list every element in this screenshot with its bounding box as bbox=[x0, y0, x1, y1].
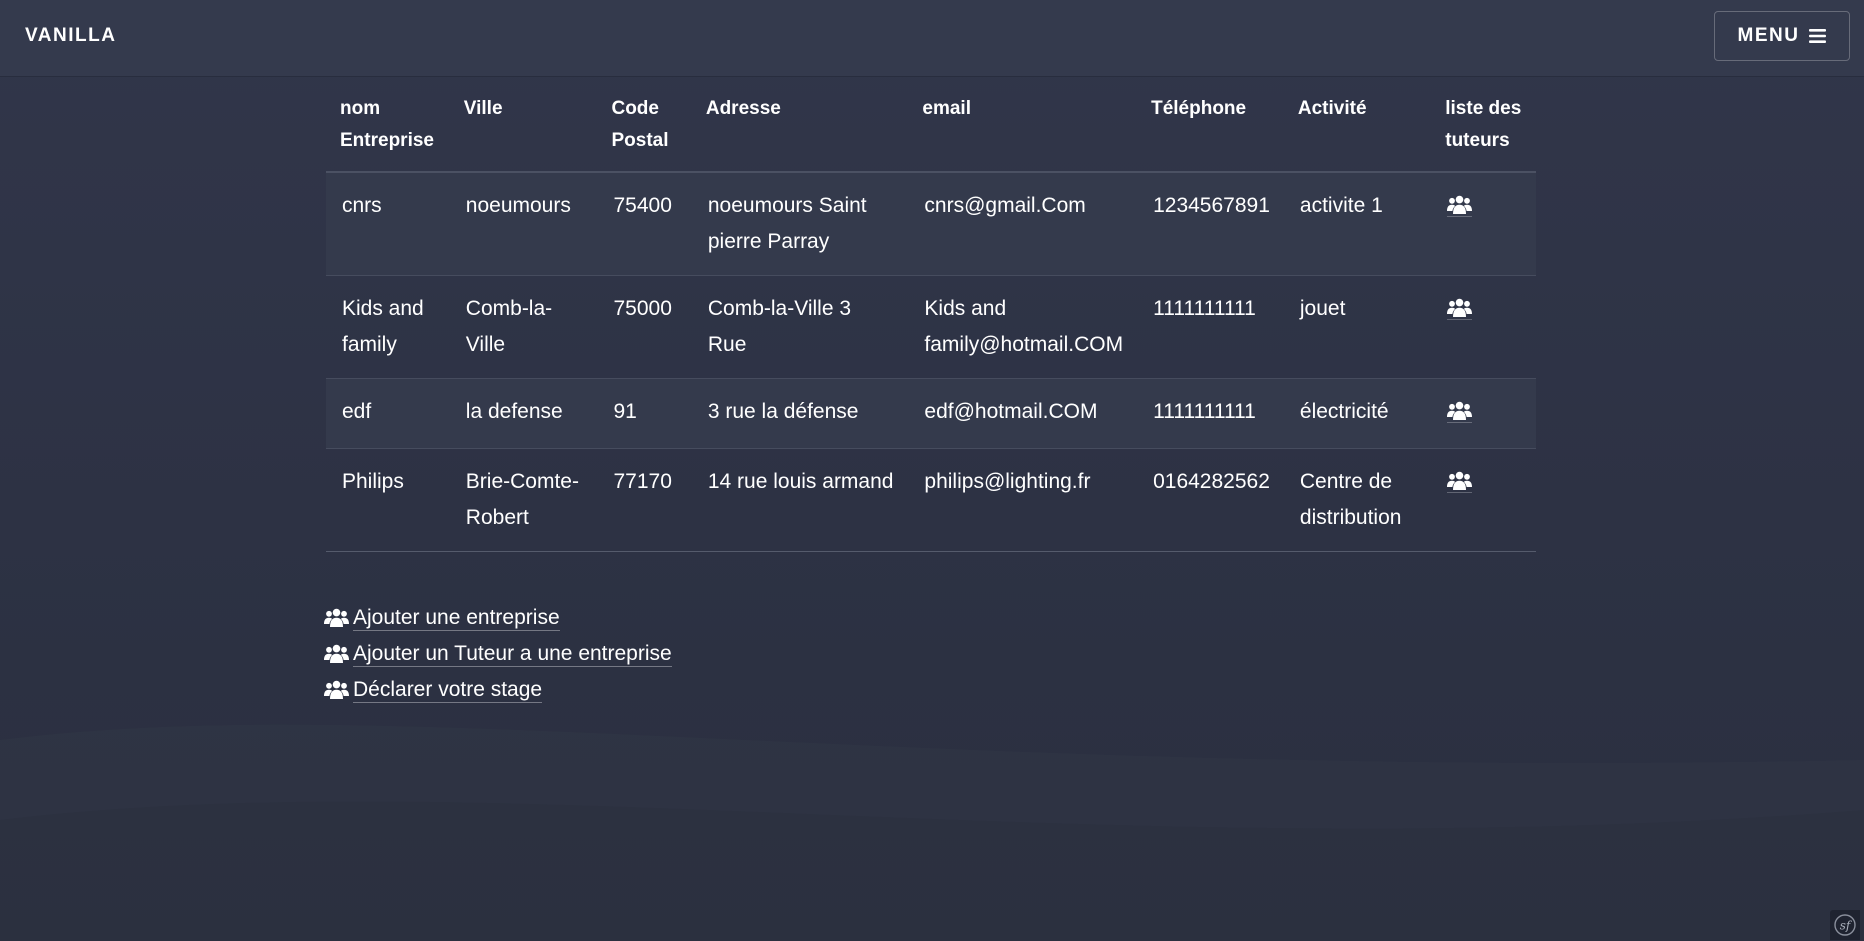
cell-email: philips@lighting.fr bbox=[908, 448, 1138, 552]
cell-email: Kids and family@hotmail.COM bbox=[908, 275, 1138, 379]
users-icon bbox=[324, 644, 349, 664]
table-header-row: nom Entreprise Ville Code Postal Adresse… bbox=[326, 82, 1536, 173]
cell-adresse: noeumours Saint pierre Parray bbox=[691, 172, 909, 276]
header-email: email bbox=[908, 82, 1138, 173]
symfony-icon[interactable]: sf bbox=[1830, 910, 1860, 940]
cell-adresse: Comb-la-Ville 3 Rue bbox=[691, 275, 909, 379]
entreprises-table: nom Entreprise Ville Code Postal Adresse… bbox=[326, 82, 1536, 552]
table-row: Philips Brie-Comte-Robert 77170 14 rue l… bbox=[326, 448, 1536, 552]
cell-telephone: 1111111111 bbox=[1137, 378, 1284, 449]
cell-code-postal: 77170 bbox=[597, 448, 692, 552]
users-icon[interactable] bbox=[1447, 471, 1473, 493]
users-icon[interactable] bbox=[1447, 195, 1473, 217]
cell-code-postal: 91 bbox=[597, 378, 692, 449]
cell-telephone: 1234567891 bbox=[1137, 172, 1284, 276]
declare-internship-label: Déclarer votre stage bbox=[353, 677, 543, 703]
cell-activite: Centre de distribution bbox=[1283, 448, 1432, 552]
cell-ville: Comb-la-Ville bbox=[449, 275, 598, 379]
cell-ville: Brie-Comte-Robert bbox=[449, 448, 598, 552]
cell-nom: edf bbox=[326, 378, 450, 449]
actions-list: Ajouter une entreprise Ajouter un Tuteur… bbox=[324, 600, 672, 708]
table-row: cnrs noeumours 75400 noeumours Saint pie… bbox=[326, 172, 1536, 276]
background-wave bbox=[0, 801, 1864, 941]
cell-code-postal: 75400 bbox=[597, 172, 692, 276]
hamburger-icon bbox=[1809, 29, 1827, 43]
cell-activite: activite 1 bbox=[1283, 172, 1432, 276]
cell-adresse: 3 rue la défense bbox=[691, 378, 909, 449]
cell-email: edf@hotmail.COM bbox=[908, 378, 1138, 449]
add-company-link[interactable]: Ajouter une entreprise bbox=[324, 600, 672, 636]
navbar: VANILLA MENU bbox=[0, 0, 1864, 76]
cell-activite: jouet bbox=[1283, 275, 1432, 379]
add-tutor-label: Ajouter un Tuteur a une entreprise bbox=[353, 641, 672, 667]
header-telephone: Téléphone bbox=[1137, 82, 1284, 173]
cell-tuteurs bbox=[1431, 378, 1536, 449]
cell-telephone: 0164282562 bbox=[1137, 448, 1284, 552]
cell-telephone: 1111111111 bbox=[1137, 275, 1284, 379]
users-icon bbox=[324, 680, 349, 700]
cell-adresse: 14 rue louis armand bbox=[691, 448, 909, 552]
cell-email: cnrs@gmail.Com bbox=[908, 172, 1138, 276]
users-icon[interactable] bbox=[1447, 401, 1473, 423]
brand-logo[interactable]: VANILLA bbox=[25, 25, 116, 47]
header-nom-entreprise: nom Entreprise bbox=[326, 82, 450, 173]
cell-activite: électricité bbox=[1283, 378, 1432, 449]
cell-nom: Kids and family bbox=[326, 275, 450, 379]
declare-internship-link[interactable]: Déclarer votre stage bbox=[324, 672, 672, 708]
cell-tuteurs bbox=[1431, 172, 1536, 276]
cell-code-postal: 75000 bbox=[597, 275, 692, 379]
cell-tuteurs bbox=[1431, 448, 1536, 552]
cell-nom: cnrs bbox=[326, 172, 450, 276]
cell-nom: Philips bbox=[326, 448, 450, 552]
users-icon[interactable] bbox=[1447, 298, 1473, 320]
menu-button[interactable]: MENU bbox=[1714, 11, 1850, 61]
header-activite: Activité bbox=[1283, 82, 1432, 173]
header-code-postal: Code Postal bbox=[597, 82, 692, 173]
header-adresse: Adresse bbox=[691, 82, 909, 173]
users-icon bbox=[324, 608, 349, 628]
cell-tuteurs bbox=[1431, 275, 1536, 379]
add-company-label: Ajouter une entreprise bbox=[353, 605, 560, 631]
menu-label: MENU bbox=[1737, 25, 1800, 46]
table-row: edf la defense 91 3 rue la défense edf@h… bbox=[326, 378, 1536, 449]
svg-text:sf: sf bbox=[1840, 919, 1853, 933]
header-liste-tuteurs: liste des tuteurs bbox=[1431, 82, 1536, 173]
header-ville: Ville bbox=[449, 82, 598, 173]
cell-ville: noeumours bbox=[449, 172, 598, 276]
cell-ville: la defense bbox=[449, 378, 598, 449]
table-row: Kids and family Comb-la-Ville 75000 Comb… bbox=[326, 275, 1536, 379]
add-tutor-link[interactable]: Ajouter un Tuteur a une entreprise bbox=[324, 636, 672, 672]
